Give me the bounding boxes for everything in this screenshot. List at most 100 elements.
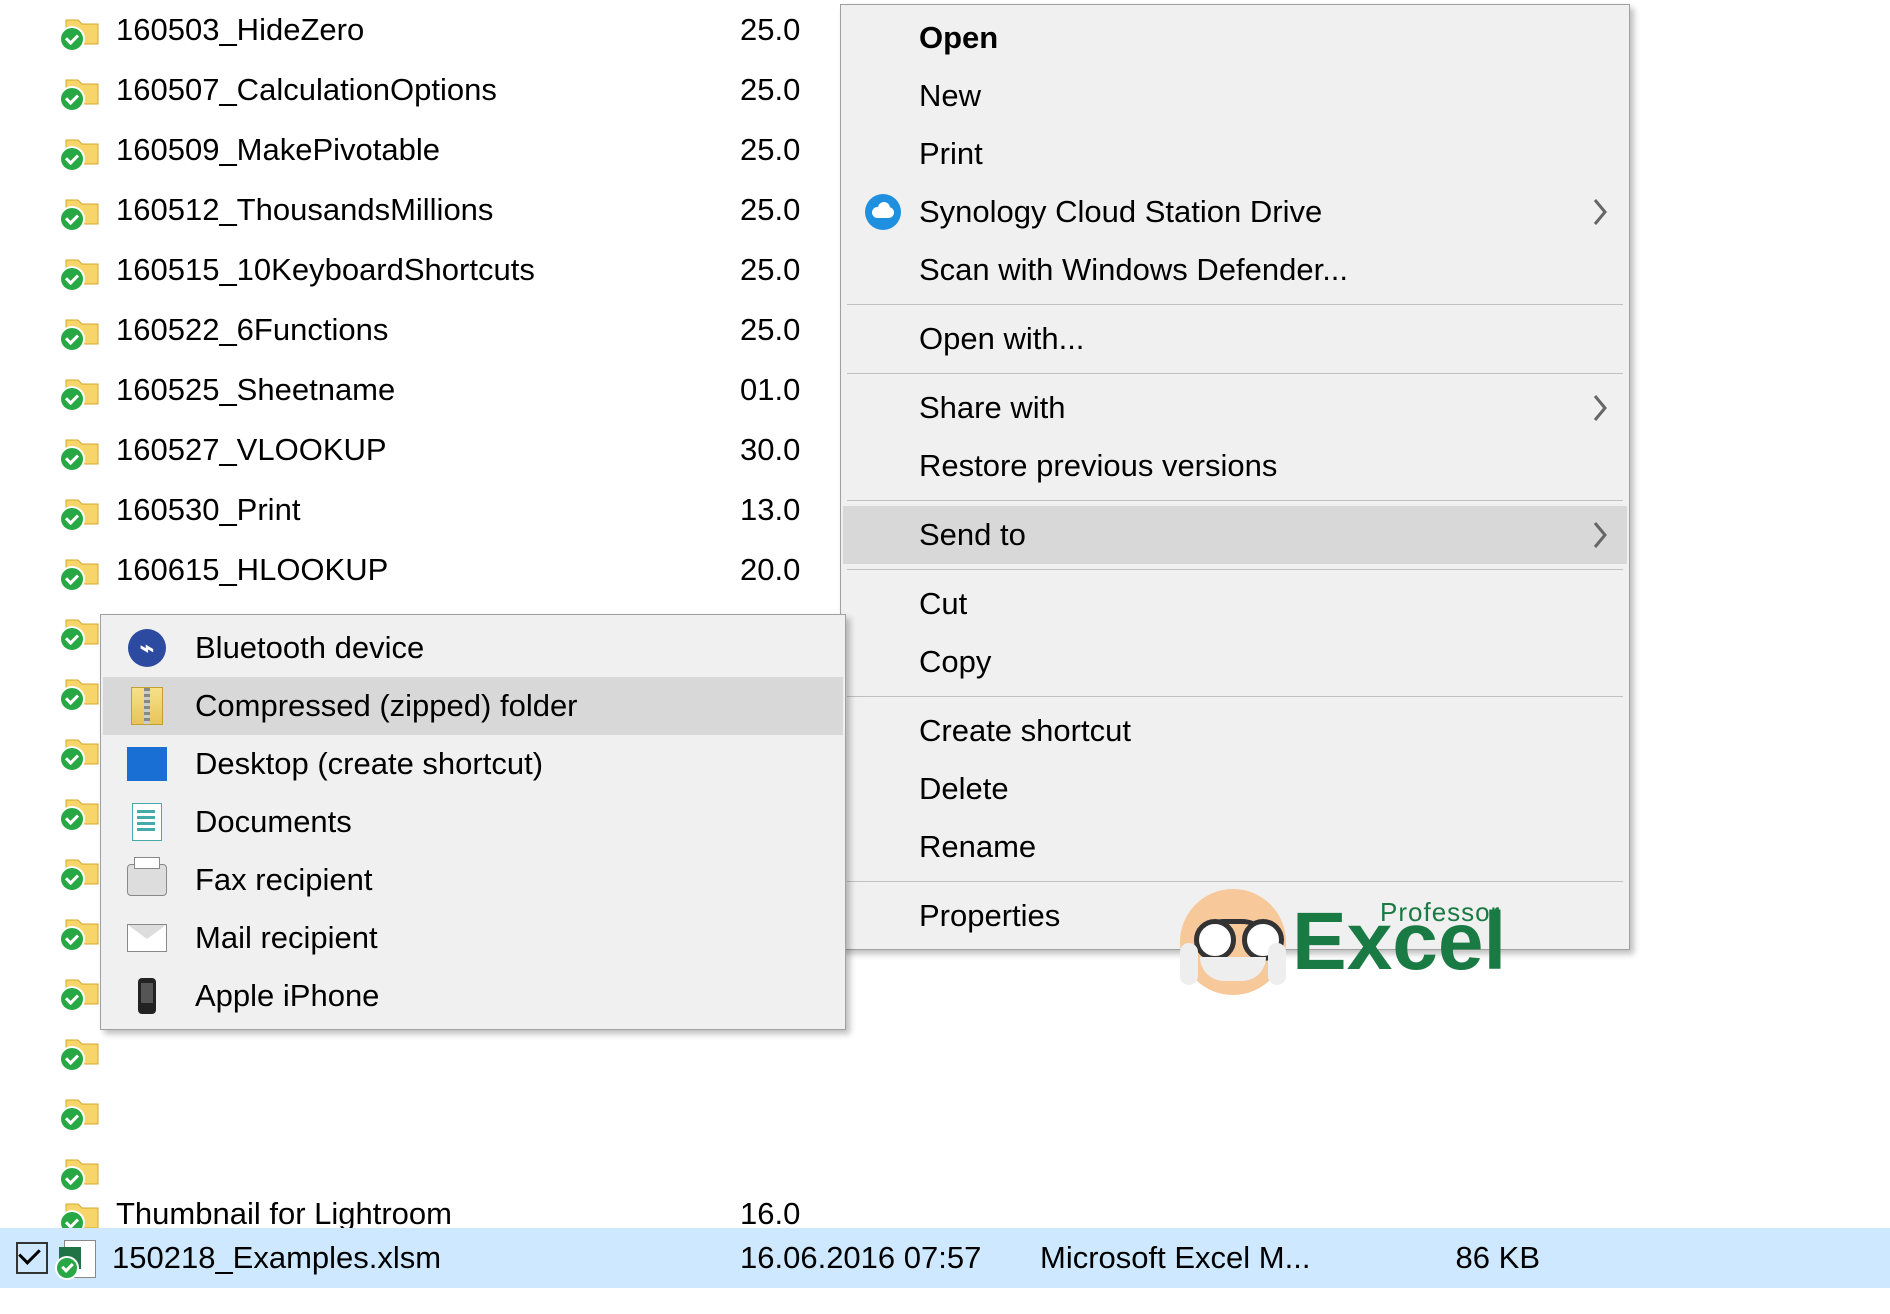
mail-icon — [127, 918, 167, 958]
folder-icon — [60, 550, 106, 590]
folder-icon — [60, 190, 106, 230]
menu-separator — [847, 373, 1623, 374]
sync-ok-icon — [59, 446, 85, 472]
folder-icon — [60, 370, 106, 410]
sendto-bluetooth[interactable]: ⌁ Bluetooth device — [103, 619, 843, 677]
file-size: 86 KB — [1390, 1240, 1540, 1276]
menu-send-to[interactable]: Send to — [843, 506, 1627, 564]
menu-share-with[interactable]: Share with — [843, 379, 1627, 437]
folder-name: 160503_HideZero — [116, 12, 364, 48]
sync-ok-icon — [59, 266, 85, 292]
menu-label: Copy — [919, 644, 991, 680]
chevron-right-icon — [1591, 198, 1609, 226]
folder-icon — [60, 490, 106, 530]
menu-label: Compressed (zipped) folder — [195, 688, 578, 724]
sync-ok-icon — [59, 926, 85, 952]
context-menu: Open New Print Synology Cloud Station Dr… — [840, 4, 1630, 950]
folder-icon — [60, 430, 106, 470]
logo-sup: Professor — [1380, 902, 1500, 923]
folder-row-obscured[interactable] — [0, 1080, 1890, 1140]
sync-ok-icon — [59, 566, 85, 592]
menu-cut[interactable]: Cut — [843, 575, 1627, 633]
menu-new[interactable]: New — [843, 67, 1627, 125]
folder-name: 160507_CalculationOptions — [116, 72, 497, 108]
desktop-icon — [127, 744, 167, 784]
folder-row-obscured-tail[interactable]: Thumbnail for Lightroom 16.0 — [0, 1200, 1890, 1228]
chevron-right-icon — [1591, 521, 1609, 549]
menu-label: Create shortcut — [919, 713, 1131, 749]
menu-label: Bluetooth device — [195, 630, 424, 666]
selected-file-row[interactable]: 150218_Examples.xlsm 16.06.2016 07:57 Mi… — [0, 1228, 1890, 1288]
menu-label: Mail recipient — [195, 920, 378, 956]
menu-copy[interactable]: Copy — [843, 633, 1627, 691]
selection-checkbox[interactable] — [16, 1242, 48, 1274]
folder-name: 160527_VLOOKUP — [116, 432, 387, 468]
menu-open-with[interactable]: Open with... — [843, 310, 1627, 368]
file-name: 150218_Examples.xlsm — [112, 1240, 441, 1276]
menu-label: Apple iPhone — [195, 978, 379, 1014]
sync-ok-icon — [59, 746, 85, 772]
send-to-submenu: ⌁ Bluetooth device Compressed (zipped) f… — [100, 614, 846, 1030]
iphone-icon — [127, 976, 167, 1016]
menu-label: Open with... — [919, 321, 1084, 357]
sync-ok-icon — [59, 866, 85, 892]
menu-create-shortcut[interactable]: Create shortcut — [843, 702, 1627, 760]
menu-label: Send to — [919, 517, 1026, 553]
fax-icon — [127, 860, 167, 900]
sync-ok-icon — [59, 1046, 85, 1072]
menu-separator — [847, 500, 1623, 501]
file-date: 16.06.2016 07:57 — [740, 1240, 1040, 1276]
menu-open[interactable]: Open — [843, 9, 1627, 67]
professor-excel-logo: Professor Excel — [1180, 882, 1610, 1002]
menu-label: Share with — [919, 390, 1065, 426]
bluetooth-icon: ⌁ — [127, 628, 167, 668]
sync-ok-icon — [59, 986, 85, 1012]
menu-label: Open — [919, 20, 998, 56]
menu-label: Synology Cloud Station Drive — [919, 194, 1322, 230]
menu-label: Desktop (create shortcut) — [195, 746, 543, 782]
sync-ok-icon — [59, 626, 85, 652]
folder-icon — [60, 130, 106, 170]
folder-icon — [60, 1150, 106, 1190]
sync-ok-icon — [59, 506, 85, 532]
menu-label: Fax recipient — [195, 862, 372, 898]
menu-separator — [847, 304, 1623, 305]
sendto-documents[interactable]: Documents — [103, 793, 843, 851]
excel-file-icon — [56, 1238, 102, 1278]
menu-synology[interactable]: Synology Cloud Station Drive — [843, 183, 1627, 241]
sendto-compressed-folder[interactable]: Compressed (zipped) folder — [103, 677, 843, 735]
folder-date: 16.0 — [740, 1200, 1040, 1228]
menu-label: Cut — [919, 586, 967, 622]
sendto-iphone[interactable]: Apple iPhone — [103, 967, 843, 1025]
chevron-right-icon — [1591, 394, 1609, 422]
sendto-desktop[interactable]: Desktop (create shortcut) — [103, 735, 843, 793]
menu-rename[interactable]: Rename — [843, 818, 1627, 876]
menu-separator — [847, 569, 1623, 570]
folder-row-obscured[interactable] — [0, 1140, 1890, 1200]
sync-ok-icon — [55, 1256, 79, 1280]
menu-restore-versions[interactable]: Restore previous versions — [843, 437, 1627, 495]
menu-defender[interactable]: Scan with Windows Defender... — [843, 241, 1627, 299]
folder-name: 160525_Sheetname — [116, 372, 395, 408]
menu-label: Properties — [919, 898, 1060, 934]
sync-ok-icon — [59, 326, 85, 352]
folder-icon — [60, 10, 106, 50]
menu-label: Restore previous versions — [919, 448, 1277, 484]
folder-name: 160615_HLOOKUP — [116, 552, 388, 588]
sync-ok-icon — [59, 1166, 85, 1192]
sync-ok-icon — [59, 206, 85, 232]
menu-label: Delete — [919, 771, 1009, 807]
sync-ok-icon — [59, 146, 85, 172]
sendto-mail[interactable]: Mail recipient — [103, 909, 843, 967]
sync-ok-icon — [59, 806, 85, 832]
sync-ok-icon — [59, 26, 85, 52]
menu-label: Documents — [195, 804, 352, 840]
menu-label: New — [919, 78, 981, 114]
sync-ok-icon — [59, 386, 85, 412]
menu-delete[interactable]: Delete — [843, 760, 1627, 818]
zip-folder-icon — [127, 686, 167, 726]
folder-icon — [60, 70, 106, 110]
menu-print[interactable]: Print — [843, 125, 1627, 183]
folder-name: 160515_10KeyboardShortcuts — [116, 252, 535, 288]
sendto-fax[interactable]: Fax recipient — [103, 851, 843, 909]
